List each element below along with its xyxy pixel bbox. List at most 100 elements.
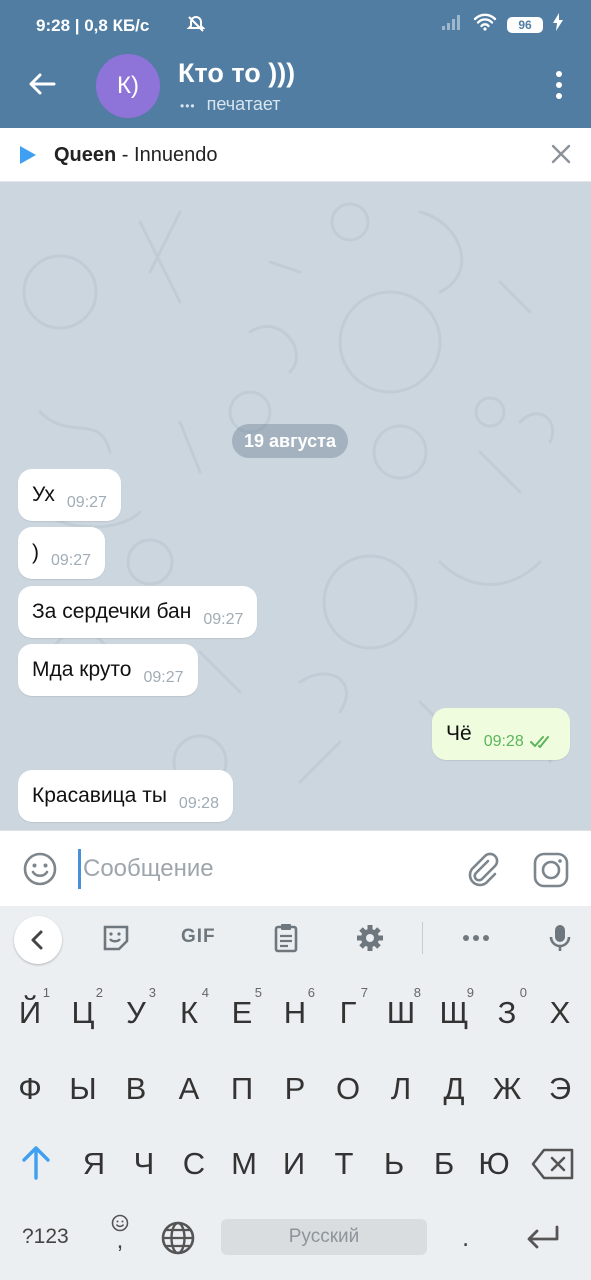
key[interactable]: 9Щ [428, 982, 480, 1044]
key[interactable]: Р [269, 1058, 321, 1120]
more-horizontal-icon[interactable] [460, 922, 492, 954]
typing-dots-icon: ••• [180, 99, 196, 113]
back-arrow-icon[interactable] [26, 68, 58, 100]
avatar[interactable]: К) [96, 54, 160, 118]
key[interactable]: 5Е [216, 982, 268, 1044]
key[interactable]: Ч [118, 1133, 170, 1195]
message-bubble[interactable]: Ух 09:27 [18, 469, 121, 521]
double-check-icon [529, 736, 549, 748]
message-bubble[interactable]: ) 09:27 [18, 527, 106, 579]
key[interactable]: 3У [110, 982, 162, 1044]
chat-title[interactable]: Кто то ))) [178, 58, 295, 89]
key-label: Щ [439, 995, 469, 1030]
globe-icon[interactable] [160, 1220, 196, 1256]
key[interactable]: 4К [163, 982, 215, 1044]
key-label: У [126, 995, 146, 1030]
backspace-icon[interactable] [530, 1146, 576, 1182]
key[interactable]: Ю [468, 1133, 520, 1195]
message-text: Чё [446, 722, 472, 745]
key-hint: 8 [413, 985, 421, 1000]
key-hint: 1 [42, 985, 50, 1000]
key-hint: 7 [360, 985, 368, 1000]
shift-icon[interactable] [16, 1138, 56, 1186]
key[interactable]: В [110, 1058, 162, 1120]
key[interactable]: 0З [481, 982, 533, 1044]
key[interactable]: Т [318, 1133, 370, 1195]
key[interactable]: Ы [57, 1058, 109, 1120]
key[interactable]: Э [534, 1058, 586, 1120]
mute-icon [186, 14, 206, 39]
key[interactable]: Л [375, 1058, 427, 1120]
period-key[interactable]: . [462, 1222, 469, 1253]
attach-icon[interactable] [464, 851, 500, 887]
message-time: 09:27 [66, 494, 107, 511]
play-icon[interactable] [20, 146, 36, 164]
message-text: ) [32, 541, 39, 564]
toolbar-divider [422, 922, 423, 954]
chat-header: К) Кто то ))) ••• печатает [0, 44, 591, 128]
status-bar: 9:28 | 0,8 КБ/с 96 [0, 0, 591, 44]
key[interactable]: 2Ц [57, 982, 109, 1044]
message-text: Красавица ты [32, 784, 167, 807]
key[interactable]: Ф [4, 1058, 56, 1120]
emoji-icon[interactable] [22, 851, 58, 887]
gif-button[interactable]: GIF [181, 926, 216, 948]
key[interactable]: Д [428, 1058, 480, 1120]
key[interactable]: Х [534, 982, 586, 1044]
key-label: Г [339, 995, 357, 1030]
key[interactable]: Я [68, 1133, 120, 1195]
key[interactable]: А [163, 1058, 215, 1120]
space-key[interactable]: Русский [221, 1219, 427, 1255]
key-hint: 4 [201, 985, 209, 1000]
more-vertical-icon[interactable] [555, 70, 563, 100]
message-time: 09:27 [203, 611, 244, 628]
symbols-key[interactable]: ?123 [22, 1225, 69, 1249]
track-title: Innuendo [134, 144, 218, 166]
camera-icon[interactable] [532, 851, 570, 889]
key-hint: 9 [466, 985, 474, 1000]
microphone-icon[interactable] [544, 922, 576, 954]
message-bubble[interactable]: Красавица ты 09:28 [18, 770, 233, 822]
clipboard-icon[interactable] [270, 922, 302, 954]
key[interactable]: Ь [368, 1133, 420, 1195]
music-player-bar[interactable]: Queen - Innuendo [0, 128, 591, 182]
message-time: 09:27 [51, 552, 92, 569]
message-input-bar [0, 830, 591, 906]
message-time: 09:28 [178, 795, 219, 812]
enter-icon[interactable] [526, 1224, 560, 1252]
message-text: За сердечки бан [32, 600, 192, 623]
key-label: К [179, 995, 199, 1030]
outgoing-message-bubble[interactable]: Чё 09:28 [432, 708, 570, 760]
typing-status-text: печатает [206, 94, 281, 114]
close-icon[interactable] [549, 142, 573, 166]
key[interactable]: Б [418, 1133, 470, 1195]
settings-gear-icon[interactable] [354, 922, 386, 954]
keyboard-collapse-button[interactable] [14, 916, 62, 964]
status-time-network: 9:28 | 0,8 КБ/с [36, 16, 150, 35]
sticker-icon[interactable] [100, 922, 132, 954]
typing-status: ••• печатает [180, 94, 281, 115]
key[interactable]: 8Ш [375, 982, 427, 1044]
key-hint: 0 [519, 985, 527, 1000]
message-time: 09:28 [483, 733, 524, 750]
key[interactable]: Ж [481, 1058, 533, 1120]
key-label: Н [283, 995, 307, 1030]
key-hint: 5 [254, 985, 262, 1000]
key[interactable]: П [216, 1058, 268, 1120]
chat-area[interactable]: 19 августа Ух 09:27 ) 09:27 За сердечки … [0, 182, 591, 830]
key[interactable]: И [268, 1133, 320, 1195]
key[interactable]: 7Г [322, 982, 374, 1044]
message-input[interactable] [78, 849, 438, 889]
key[interactable]: С [168, 1133, 220, 1195]
emoji-comma-key[interactable]: , [108, 1214, 132, 1254]
charging-icon [553, 13, 563, 36]
key[interactable]: 6Н [269, 982, 321, 1044]
message-bubble[interactable]: За сердечки бан 09:27 [18, 586, 258, 638]
key-label: Е [231, 995, 253, 1030]
key[interactable]: М [218, 1133, 270, 1195]
message-bubble[interactable]: Мда круто 09:27 [18, 644, 198, 696]
message-time: 09:27 [143, 669, 184, 686]
key[interactable]: О [322, 1058, 374, 1120]
key[interactable]: 1Й [4, 982, 56, 1044]
track-artist: Queen [54, 144, 117, 166]
